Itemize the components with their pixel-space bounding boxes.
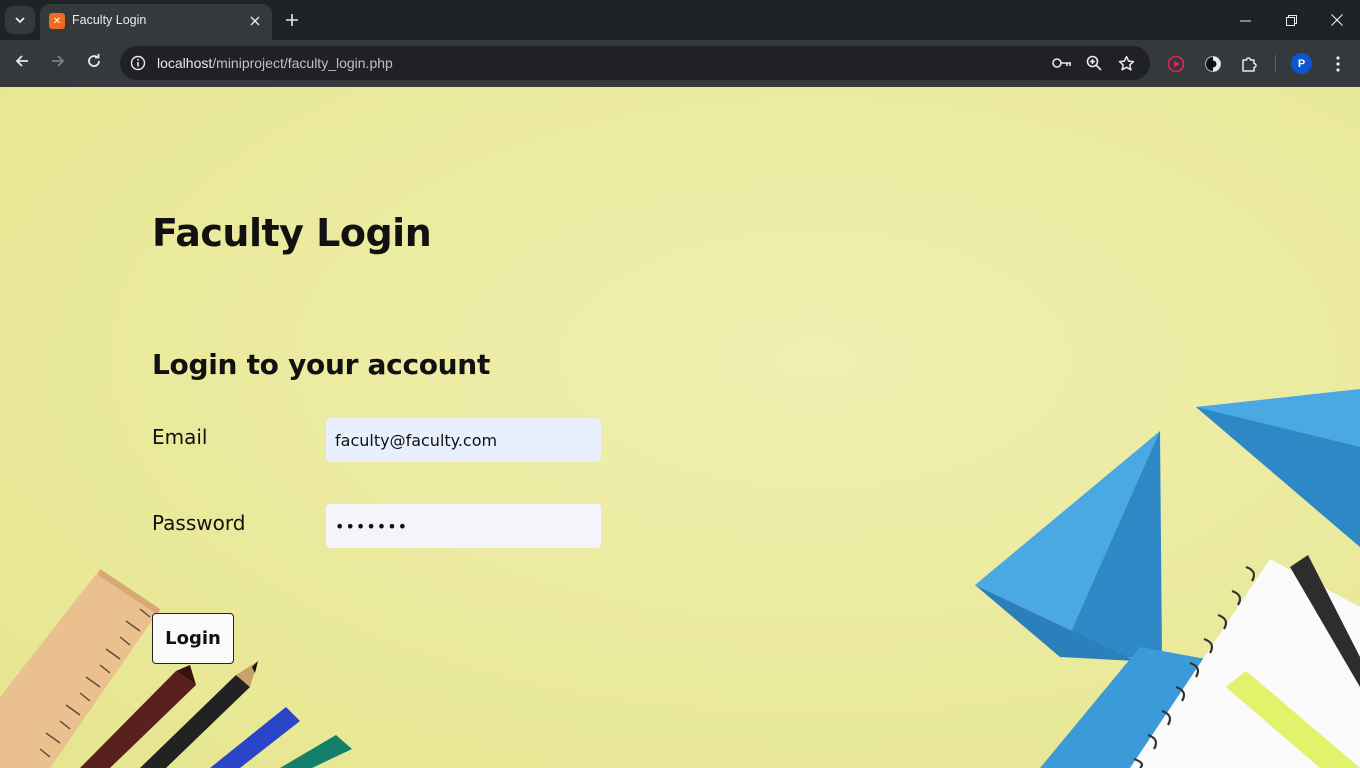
forward-button[interactable] [44, 49, 72, 77]
tab-search-button[interactable] [5, 6, 35, 34]
tab-strip: ✕ Faculty Login [0, 0, 1360, 40]
info-icon[interactable] [128, 53, 148, 73]
more-vert-icon[interactable] [1326, 52, 1350, 76]
star-icon[interactable] [1116, 53, 1136, 73]
extension-dark-icon[interactable] [1201, 52, 1225, 76]
key-icon[interactable] [1052, 53, 1072, 73]
password-label: Password [152, 511, 246, 535]
reload-icon [86, 53, 102, 73]
restore-icon [1285, 11, 1297, 30]
url-path: /miniproject/faculty_login.php [212, 55, 393, 71]
chevron-down-icon [14, 11, 26, 30]
email-label: Email [152, 425, 208, 449]
back-button[interactable] [8, 49, 36, 77]
back-icon [14, 53, 30, 73]
close-icon [1331, 11, 1343, 30]
restore-button[interactable] [1268, 0, 1314, 40]
browser-toolbar: localhost/miniproject/faculty_login.php … [0, 40, 1360, 87]
url-text: localhost/miniproject/faculty_login.php [157, 55, 393, 71]
password-input[interactable] [326, 504, 601, 548]
new-tab-button[interactable] [280, 8, 304, 32]
login-subtitle: Login to your account [152, 348, 491, 381]
xampp-favicon-icon: ✕ [49, 13, 65, 29]
tab-faculty-login[interactable]: ✕ Faculty Login [40, 4, 272, 40]
login-button[interactable]: Login [152, 613, 234, 664]
minimize-button[interactable] [1222, 0, 1268, 40]
puzzle-icon[interactable] [1237, 52, 1261, 76]
record-icon[interactable] [1164, 52, 1188, 76]
tab-title: Faculty Login [72, 13, 147, 27]
minimize-icon [1239, 11, 1251, 30]
close-window-button[interactable] [1314, 0, 1360, 40]
close-icon[interactable] [246, 12, 264, 30]
url-host: localhost [157, 55, 213, 71]
page-viewport: Faculty Login Login to your account Emai… [0, 87, 1360, 768]
forward-icon [50, 53, 66, 73]
zoom-icon[interactable] [1084, 53, 1104, 73]
toolbar-divider [1275, 55, 1276, 72]
avatar[interactable]: P [1291, 53, 1312, 74]
reload-button[interactable] [80, 49, 108, 77]
address-bar[interactable]: localhost/miniproject/faculty_login.php [120, 46, 1150, 80]
plus-icon [286, 11, 298, 30]
email-input[interactable] [326, 418, 601, 462]
page-title: Faculty Login [152, 211, 432, 255]
